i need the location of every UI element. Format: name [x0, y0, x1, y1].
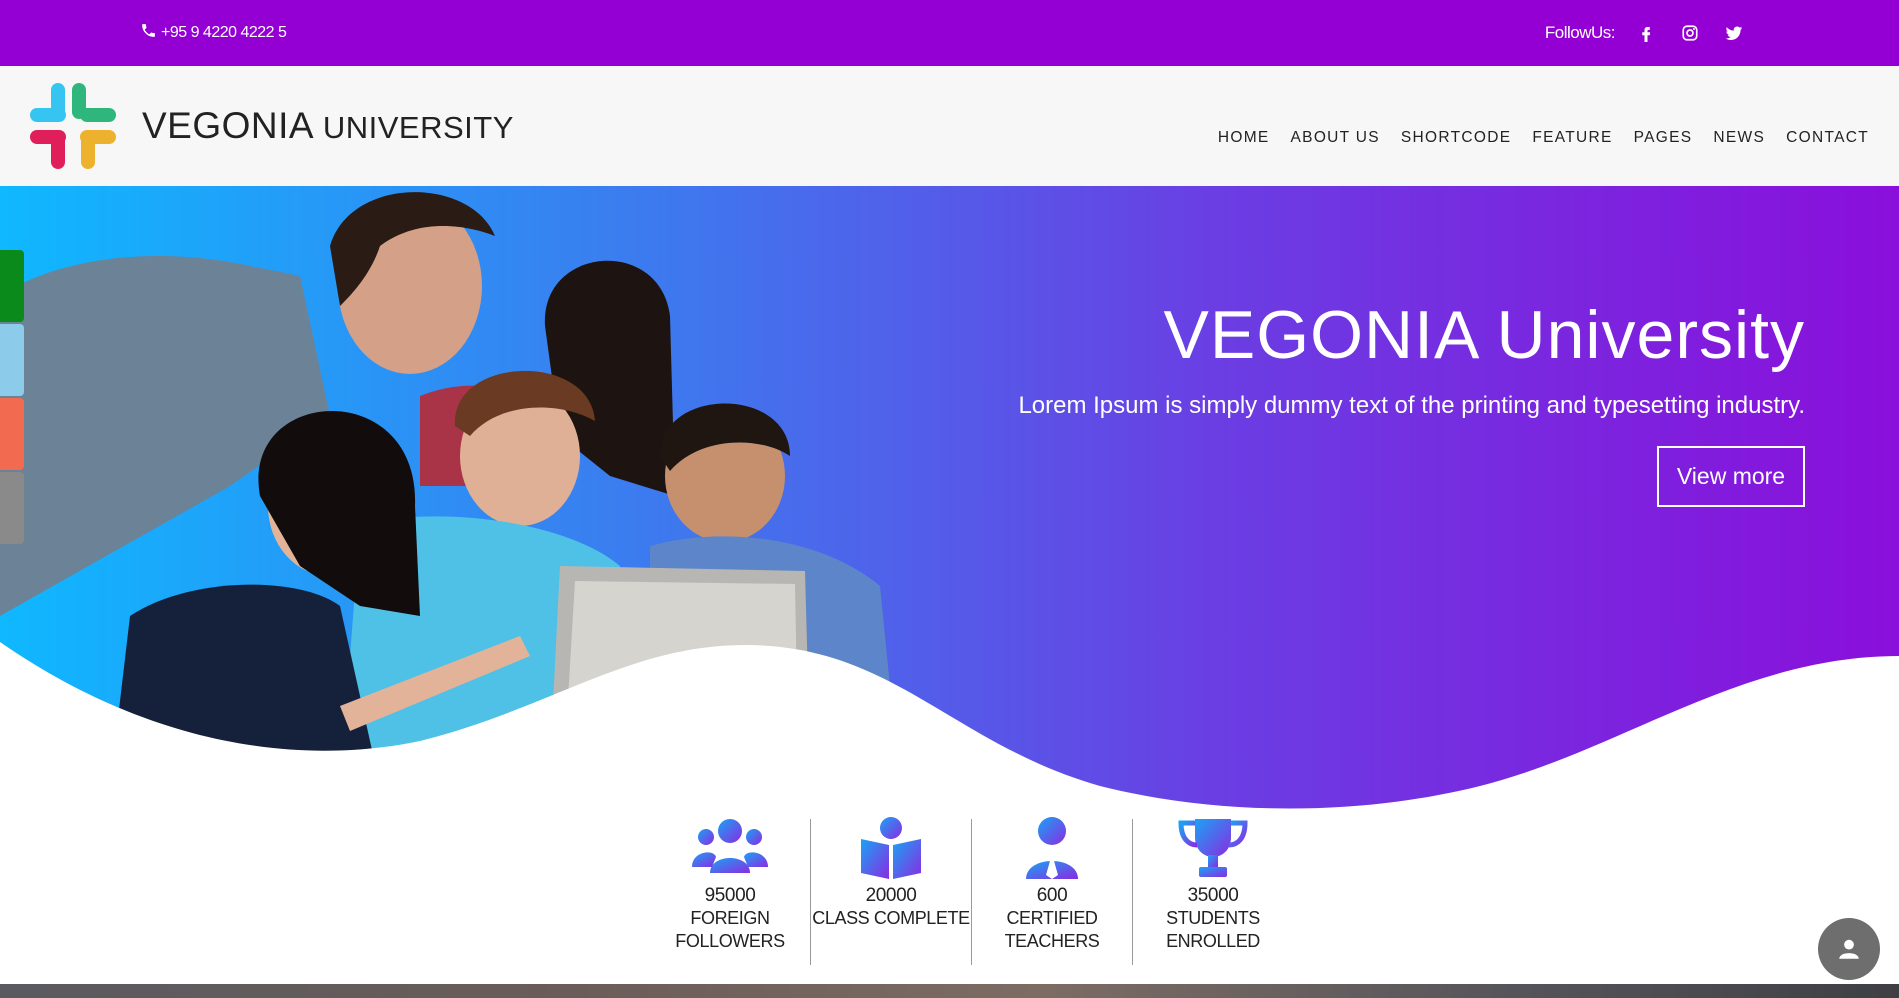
stat-label-line1: CLASS COMPLETE	[812, 908, 970, 928]
nav-about-us[interactable]: ABOUT US	[1291, 129, 1380, 147]
main-navbar: VEGONIA UNIVERSITY HOME ABOUT US SHORTCO…	[0, 66, 1899, 186]
nav-news[interactable]: NEWS	[1713, 129, 1765, 147]
nav-feature[interactable]: FEATURE	[1532, 129, 1612, 147]
stat-class-complete: 20000 CLASS COMPLETE	[811, 817, 971, 930]
stat-value: 600	[1036, 885, 1068, 906]
stat-label-line1: FOREIGN	[690, 908, 770, 928]
main-menu: HOME ABOUT US SHORTCODE FEATURE PAGES NE…	[1218, 129, 1869, 147]
brand-name-secondary: UNIVERSITY	[322, 110, 514, 145]
color-swatch-light-blue[interactable]	[0, 324, 24, 396]
brand-name: VEGONIA UNIVERSITY	[142, 105, 514, 147]
brand[interactable]: VEGONIA UNIVERSITY	[30, 83, 514, 169]
color-swatch-green[interactable]	[0, 250, 24, 322]
follow-us: FollowUs:	[1545, 20, 1747, 46]
color-switcher	[0, 250, 24, 546]
phone-number: +95 9 4220 4222 5	[161, 24, 287, 41]
stat-foreign-followers: 95000 FOREIGN FOLLOWERS	[650, 817, 810, 953]
stat-students-enrolled: 35000 STUDENTS ENROLLED	[1133, 817, 1293, 953]
brand-name-main: VEGONIA	[142, 105, 313, 146]
stat-value: 20000	[865, 885, 917, 906]
view-more-button[interactable]: View more	[1657, 446, 1805, 507]
phone-icon	[140, 22, 157, 44]
stat-label-line2: ENROLLED	[1166, 931, 1260, 951]
hero-title: VEGONIA University	[1163, 297, 1805, 373]
instagram-icon[interactable]	[1677, 20, 1703, 46]
stat-label-line2: TEACHERS	[1004, 931, 1100, 951]
teacher-icon	[1026, 817, 1078, 879]
stat-label-line2: FOLLOWERS	[675, 931, 785, 951]
trophy-icon	[1178, 819, 1248, 877]
nav-pages[interactable]: PAGES	[1634, 129, 1693, 147]
stats-section: 95000 FOREIGN FOLLOWERS 20000 CLASS COMP…	[650, 817, 1293, 965]
user-icon	[1839, 939, 1859, 959]
phone-contact[interactable]: +95 9 4220 4222 5	[140, 22, 287, 44]
logo-icon	[30, 83, 116, 169]
follow-us-label: FollowUs:	[1544, 23, 1616, 42]
group-icon	[692, 819, 768, 873]
user-chat-button[interactable]	[1818, 918, 1880, 980]
nav-contact[interactable]: CONTACT	[1786, 129, 1869, 147]
color-swatch-orange[interactable]	[0, 398, 24, 470]
twitter-icon[interactable]	[1721, 20, 1747, 46]
hero-wave-shape	[0, 642, 1899, 816]
facebook-icon[interactable]	[1633, 20, 1659, 46]
page: +95 9 4220 4222 5 FollowUs: VEGONIA UNIV…	[0, 0, 1899, 998]
book-reader-icon	[861, 817, 921, 879]
nav-shortcode[interactable]: SHORTCODE	[1401, 129, 1511, 147]
stat-label-line1: STUDENTS	[1166, 908, 1260, 928]
hero-banner: VEGONIA University Lorem Ipsum is simply…	[0, 186, 1899, 816]
stat-value: 95000	[704, 885, 756, 906]
next-section-image-strip	[0, 984, 1899, 998]
nav-home[interactable]: HOME	[1218, 129, 1270, 147]
hero-subtitle: Lorem Ipsum is simply dummy text of the …	[1018, 392, 1805, 419]
stat-label-line1: CERTIFIED	[1006, 908, 1098, 928]
stat-certified-teachers: 600 CERTIFIED TEACHERS	[972, 817, 1132, 953]
color-swatch-gray[interactable]	[0, 472, 24, 544]
stat-value: 35000	[1187, 885, 1239, 906]
top-bar: +95 9 4220 4222 5 FollowUs:	[0, 0, 1899, 66]
